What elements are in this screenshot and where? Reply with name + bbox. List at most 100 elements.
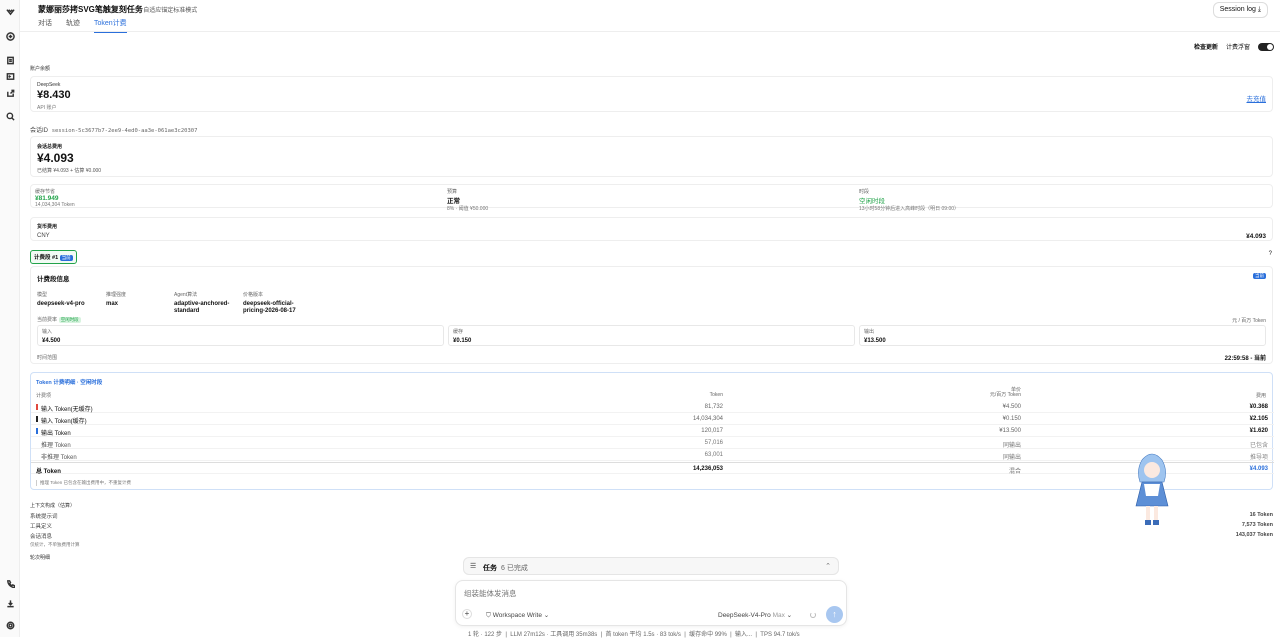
stat-label: 预算 <box>447 189 458 195</box>
settings-icon[interactable] <box>5 620 15 630</box>
segment-tag: 计费段 #1 <box>34 255 59 261</box>
row-name: 输入 Token(无缓存) <box>41 407 93 413</box>
stat-label: 缓存节省 <box>35 189 56 195</box>
info-value: max <box>106 301 119 307</box>
float-toggle[interactable] <box>1258 42 1274 51</box>
segment-tab[interactable]: 计费段 #1 当前 <box>30 250 77 264</box>
session-id-value: session-5c3677b7-2ee9-4ed0-aa3e-061ae3c2… <box>51 128 198 134</box>
currency-label: 货币费用 <box>37 224 58 230</box>
time-range-value: 22:59:58 - 当前 <box>1224 356 1266 362</box>
document-icon[interactable] <box>5 55 15 65</box>
task-list-icon: ☰ <box>470 563 477 570</box>
col-cost: 费用 <box>1255 393 1266 399</box>
segment-info-card: 计费段信息 当前 模型 deepseek-v4-pro 推理强度 max Agent… <box>30 266 1273 364</box>
col-item: 计费项 <box>36 393 52 399</box>
table-row: 输出 Token 120,017 ¥13.500 ¥1.620 <box>31 425 1274 437</box>
row-name: 总 Token <box>36 469 61 475</box>
chevron-down-icon: ⌄ <box>543 612 550 619</box>
workspace-label: Workspace Write <box>492 612 542 619</box>
info-key: 模型 <box>37 292 48 298</box>
provider-name: DeepSeek <box>37 82 61 88</box>
context-value: 7,573 Token <box>1241 522 1273 528</box>
send-button[interactable]: ↑ <box>826 606 843 623</box>
tab-chat[interactable]: 对话 <box>38 18 52 33</box>
stat-cache-savings: 缓存节省 ¥81.949 14,034,304 Token <box>35 188 75 208</box>
row-cost: ¥4.093 <box>1249 466 1268 472</box>
info-value: deepseek-v4-pro <box>37 301 85 307</box>
status-first-token: 首 token 平均 1.5s · 83 tok/s <box>605 632 681 638</box>
terminal-icon[interactable] <box>5 71 15 81</box>
recharge-link[interactable]: 去充值 <box>1247 93 1267 103</box>
mode-indicator[interactable]: ⌂ 自适应锚定标准模式 <box>138 5 197 14</box>
row-tokens: 14,034,304 <box>692 416 723 422</box>
table-row: 输入 Token(无缓存) 81,732 ¥4.500 ¥0.368 <box>31 401 1274 413</box>
session-log-label: Session log <box>1219 6 1256 13</box>
session-log-button[interactable]: Session log ⤓ <box>1212 2 1268 18</box>
row-cost: ¥0.368 <box>1249 404 1268 410</box>
help-icon[interactable]: ? <box>1269 251 1272 257</box>
row-name: 非推理 Token <box>41 455 77 461</box>
row-name: 推理 Token <box>41 443 71 449</box>
check-update-button[interactable]: 检查更新 <box>1194 42 1218 51</box>
export-icon[interactable] <box>5 88 15 98</box>
status-steps: 1 轮 · 122 步 <box>468 632 503 638</box>
app-logo-icon[interactable] <box>5 6 15 16</box>
context-row: 系统提示词 16 Token <box>30 512 1273 522</box>
workspace-select[interactable]: ⛉ Workspace Write ⌄ <box>486 611 549 620</box>
search-icon[interactable] <box>5 111 15 121</box>
table-row: 输入 Token(缓存) 14,034,304 ¥0.150 ¥2.105 <box>31 413 1274 425</box>
breakdown-title: Token 计费明细 · 空闲时段 <box>36 380 103 386</box>
price-key: 输入 <box>42 329 53 335</box>
row-price: ¥0.150 <box>1002 416 1021 422</box>
task-bar[interactable]: ☰ 任务 6 已完成 ⌃ <box>463 557 839 575</box>
row-name: 输入 Token(缓存) <box>41 419 87 425</box>
time-range-label: 时间范围 <box>37 355 58 361</box>
stat-value: ¥81.949 <box>35 195 59 202</box>
stat-label: 时段 <box>859 189 870 195</box>
phone-icon[interactable] <box>5 578 15 588</box>
segment-info-title: 计费段信息 <box>37 276 70 283</box>
loading-spinner-icon <box>810 612 816 618</box>
context-value: 16 Token <box>1249 512 1273 518</box>
price-input: 输入 ¥4.500 <box>37 325 444 346</box>
task-title: 蒙娜丽莎拷SVG笔触复刻任务 <box>38 5 143 14</box>
new-chat-icon[interactable] <box>5 31 15 41</box>
stat-budget: 预算 正常 8% · 阈值 ¥50.000 <box>447 188 488 212</box>
row-tokens: 57,016 <box>704 440 723 446</box>
context-row: 工具定义 7,573 Token <box>30 522 1273 532</box>
message-input[interactable] <box>464 587 834 599</box>
context-value: 143,037 Token <box>1235 532 1273 538</box>
segment-info-badge: 当前 <box>1253 273 1266 279</box>
task-label: 任务 <box>483 565 497 572</box>
session-id-row: 会话ID session-5c3677b7-2ee9-4ed0-aa3e-061… <box>30 125 197 134</box>
tab-trace[interactable]: 轨迹 <box>66 18 80 33</box>
context-key: 会话消息 <box>30 534 53 540</box>
add-attachment-button[interactable]: + <box>462 609 472 619</box>
tab-bar: 对话 轨迹 Token计费 <box>38 18 127 33</box>
table-row: 推理 Token 57,016 同输出 已包含 <box>31 437 1274 449</box>
total-cost-card: 会话总费用 ¥4.093 已结算 ¥4.093 + 估算 ¥0.000 <box>30 136 1273 177</box>
currency-card: 货币费用 CNY ¥4.093 <box>30 217 1273 241</box>
row-price: 同输出 <box>1002 455 1021 461</box>
balance-section-title: 账户余额 <box>30 66 51 72</box>
stat-sub: 8% · 阈值 ¥50.000 <box>447 206 489 212</box>
model-select[interactable]: DeepSeek-V4-Pro Max ⌄ <box>718 611 792 619</box>
info-key: 价格版本 <box>243 292 264 298</box>
context-key: 系统提示词 <box>30 514 58 520</box>
price-key: 输出 <box>864 329 875 335</box>
stat-sub: 13小时58分钟后进入高峰时段（明日 09:00） <box>859 206 960 212</box>
chevron-down-icon: ⌄ <box>786 612 793 619</box>
info-agent: Agent算法 adaptive-anchored-standard <box>174 291 236 315</box>
info-key: 推理强度 <box>106 292 127 298</box>
tab-token-billing[interactable]: Token计费 <box>94 18 127 33</box>
download-icon[interactable] <box>5 598 15 608</box>
session-id-label: 会话ID <box>30 128 49 134</box>
row-name: 输出 Token <box>41 431 71 437</box>
col-price-unit: 元/百万 Token <box>989 392 1021 398</box>
effort-label: Max <box>772 612 785 619</box>
price-output: 输出 ¥13.500 <box>859 325 1266 346</box>
billing-panel: 检查更新 计费浮窗 账户余额 DeepSeek ¥8.430 API 账户 去充… <box>30 36 1274 616</box>
row-price: 混合 <box>1008 469 1021 475</box>
row-tokens: 120,017 <box>701 428 723 434</box>
chevron-up-icon[interactable]: ⌃ <box>825 562 831 570</box>
